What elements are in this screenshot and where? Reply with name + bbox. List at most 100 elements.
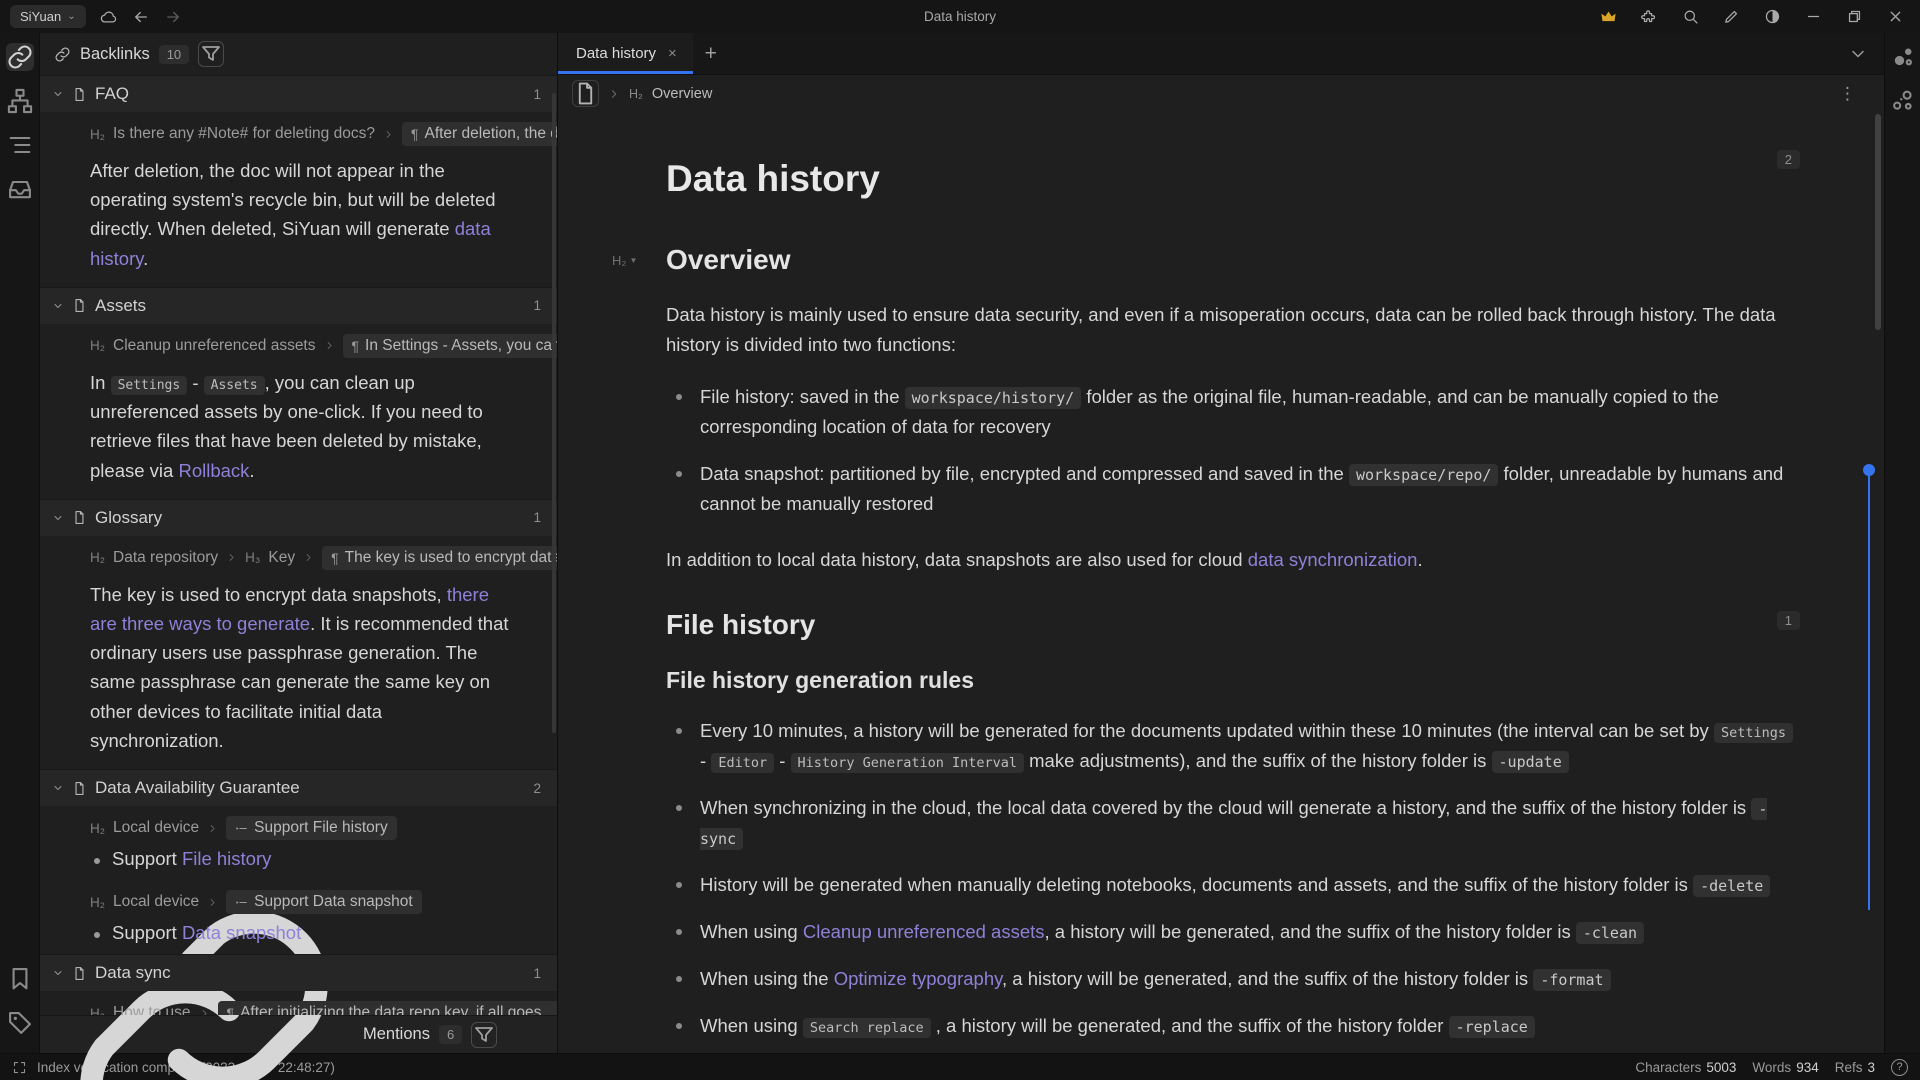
heading-text[interactable]: Is there any #Note# for deleting docs? [113,125,375,143]
chevron-down-icon[interactable] [52,782,64,794]
kbd-span: Assets [204,376,265,395]
doc-icon [72,298,87,313]
block-crumb-chip[interactable]: ¶The key is used to encrypt data sna [322,546,557,570]
chevron-down-icon[interactable] [52,88,64,100]
help-icon[interactable]: ? [1891,1059,1908,1076]
backlinks-count-badge: 10 [159,45,189,64]
ref-link[interactable]: Optimize typography [834,968,1002,989]
ref-link[interactable]: there are three ways to generate [90,584,489,634]
backlink-block[interactable]: Support File history [40,842,557,880]
backlink-doc-header[interactable]: FAQ1 [40,75,557,112]
heading-gutter-marker[interactable]: H₂▼ [612,253,637,268]
restore-window-icon[interactable] [1846,8,1863,25]
block-crumb-chip[interactable]: ¶After deletion, the doc [402,122,557,146]
heading-text[interactable]: Key [268,549,295,567]
list-item[interactable]: When using the Optimize typography, a hi… [666,964,1798,994]
list-item[interactable]: History will be generated when manually … [666,870,1798,900]
backlink-breadcrumb[interactable]: H₂ Cleanup unreferenced assets ¶In Setting… [40,324,557,360]
plugin-icon[interactable] [1641,8,1658,25]
minimize-icon[interactable] [1805,8,1822,25]
block-crumb-chip[interactable]: Support File history [226,816,397,840]
paragraph-icon: ¶ [352,338,360,354]
chevron-down-icon[interactable] [52,967,64,979]
backlink-breadcrumb[interactable]: H₂Data repositoryH₃Key¶The key is used t… [40,536,557,572]
backlink-doc-header[interactable]: Glossary1 [40,499,557,536]
block-crumb-chip[interactable]: Support Data snapshot [226,890,422,914]
vip-crown-icon[interactable] [1600,8,1617,25]
graph-view-dock-icon[interactable] [1889,43,1917,71]
tab-list-chevron-icon[interactable] [1848,44,1868,64]
doc-paragraph[interactable]: Data history is mainly used to ensure da… [666,300,1798,360]
list-item[interactable]: When using Cleanup unreferenced assets, … [666,917,1798,947]
edit-pencil-icon[interactable] [1723,8,1740,25]
breadcrumb-heading-label[interactable]: Overview [652,86,712,102]
ref-link[interactable]: data history [90,218,491,268]
close-window-icon[interactable] [1887,8,1904,25]
list-item[interactable]: When using Search replace , a history wi… [666,1011,1798,1041]
backlink-block[interactable]: Support Data snapshot [40,916,557,954]
backlink-breadcrumb[interactable]: H₂Local deviceSupport File history [40,806,557,842]
doc-paragraph[interactable]: In addition to local data history, data … [666,545,1798,575]
panel-scrollbar[interactable] [552,93,556,733]
backlink-breadcrumb[interactable]: H₂Local deviceSupport Data snapshot [40,880,557,916]
doc-icon[interactable] [572,80,599,107]
inbox-dock-icon[interactable] [6,175,34,203]
scroll-position-dot[interactable] [1863,464,1875,476]
global-graph-dock-icon[interactable] [1889,87,1917,115]
ref-link[interactable]: Cleanup unreferenced assets [803,921,1045,942]
list-item[interactable]: When synchronizing in the cloud, the loc… [666,793,1798,853]
editor-scrollbar[interactable] [1875,114,1881,330]
backlink-block[interactable]: After deletion, the doc will not appear … [40,148,557,287]
app-menu-button[interactable]: SiYuan ⌄ [10,5,86,28]
mentions-bar[interactable]: Mentions 6 [40,1015,557,1053]
doc-more-icon[interactable]: ⋮ [1839,84,1856,104]
backlink-block[interactable]: In Settings - Assets, you can clean up u… [40,360,557,499]
block-crumb-chip[interactable]: ¶In Settings - Assets, you can clea [343,334,558,358]
heading-text[interactable]: Local device [113,893,199,911]
backlinks-filter-button[interactable] [198,41,224,67]
heading-text[interactable]: How to use [113,1004,191,1015]
ref-link[interactable]: Data snapshot [182,922,301,943]
list-item[interactable]: File history: saved in the workspace/his… [666,382,1798,442]
collapse-caret-icon[interactable]: ▼ [629,256,637,265]
backlink-doc-header[interactable]: Data Availability Guarantee2 [40,769,557,806]
graph-dock-icon[interactable] [6,87,34,115]
list-item[interactable]: Data snapshot: partitioned by file, encr… [666,459,1798,519]
backlink-doc-header[interactable]: Data sync1 [40,954,557,991]
backlinks-dock-icon[interactable] [6,43,34,71]
code-span: -replace [1449,1016,1535,1038]
outline-dock-icon[interactable] [6,131,34,159]
ref-count-badge[interactable]: 1 [1777,611,1800,630]
mentions-filter-button[interactable] [471,1022,497,1048]
heading-tag: H₂ [90,338,105,353]
ref-count-badge[interactable]: 2 [1777,150,1800,169]
code-span: -clean [1576,922,1644,944]
ref-link[interactable]: data synchronization [1248,549,1418,570]
bookmark-dock-icon[interactable] [6,965,34,993]
bullet-list: File history: saved in the workspace/his… [666,382,1798,519]
new-tab-button[interactable]: + [693,33,729,74]
backlink-block[interactable]: The key is used to encrypt data snapshot… [40,572,557,769]
backlink-breadcrumb[interactable]: H₂How to use¶After initializing the data… [40,991,557,1015]
backlink-doc-header[interactable]: Assets1 [40,287,557,324]
back-icon[interactable] [132,8,150,26]
ref-link[interactable]: Rollback [178,460,249,481]
heading-text[interactable]: Data repository [113,549,218,567]
cloud-icon[interactable] [100,8,118,26]
ref-link[interactable]: File history [182,848,271,869]
tab-close-icon[interactable]: × [668,45,677,62]
heading-text[interactable]: Cleanup unreferenced assets [113,337,316,355]
list-item[interactable]: Every 10 minutes, a history will be gene… [666,716,1798,776]
tag-dock-icon[interactable] [6,1009,34,1037]
theme-contrast-icon[interactable] [1764,8,1781,25]
backlink-breadcrumb[interactable]: H₂Is there any #Note# for deleting docs?… [40,112,557,148]
chevron-down-icon[interactable] [52,300,64,312]
block-crumb-chip[interactable]: ¶After initializing the data repo key, i… [218,1001,557,1015]
forward-icon[interactable] [164,8,182,26]
heading-text[interactable]: Local device [113,819,199,837]
tab-data-history[interactable]: Data history × [558,33,693,74]
kbd-span: Settings [111,376,188,395]
chevron-down-icon[interactable] [52,512,64,524]
doc-breadcrumb: H₂ Overview ⋮ [558,75,1884,112]
search-icon[interactable] [1682,8,1699,25]
